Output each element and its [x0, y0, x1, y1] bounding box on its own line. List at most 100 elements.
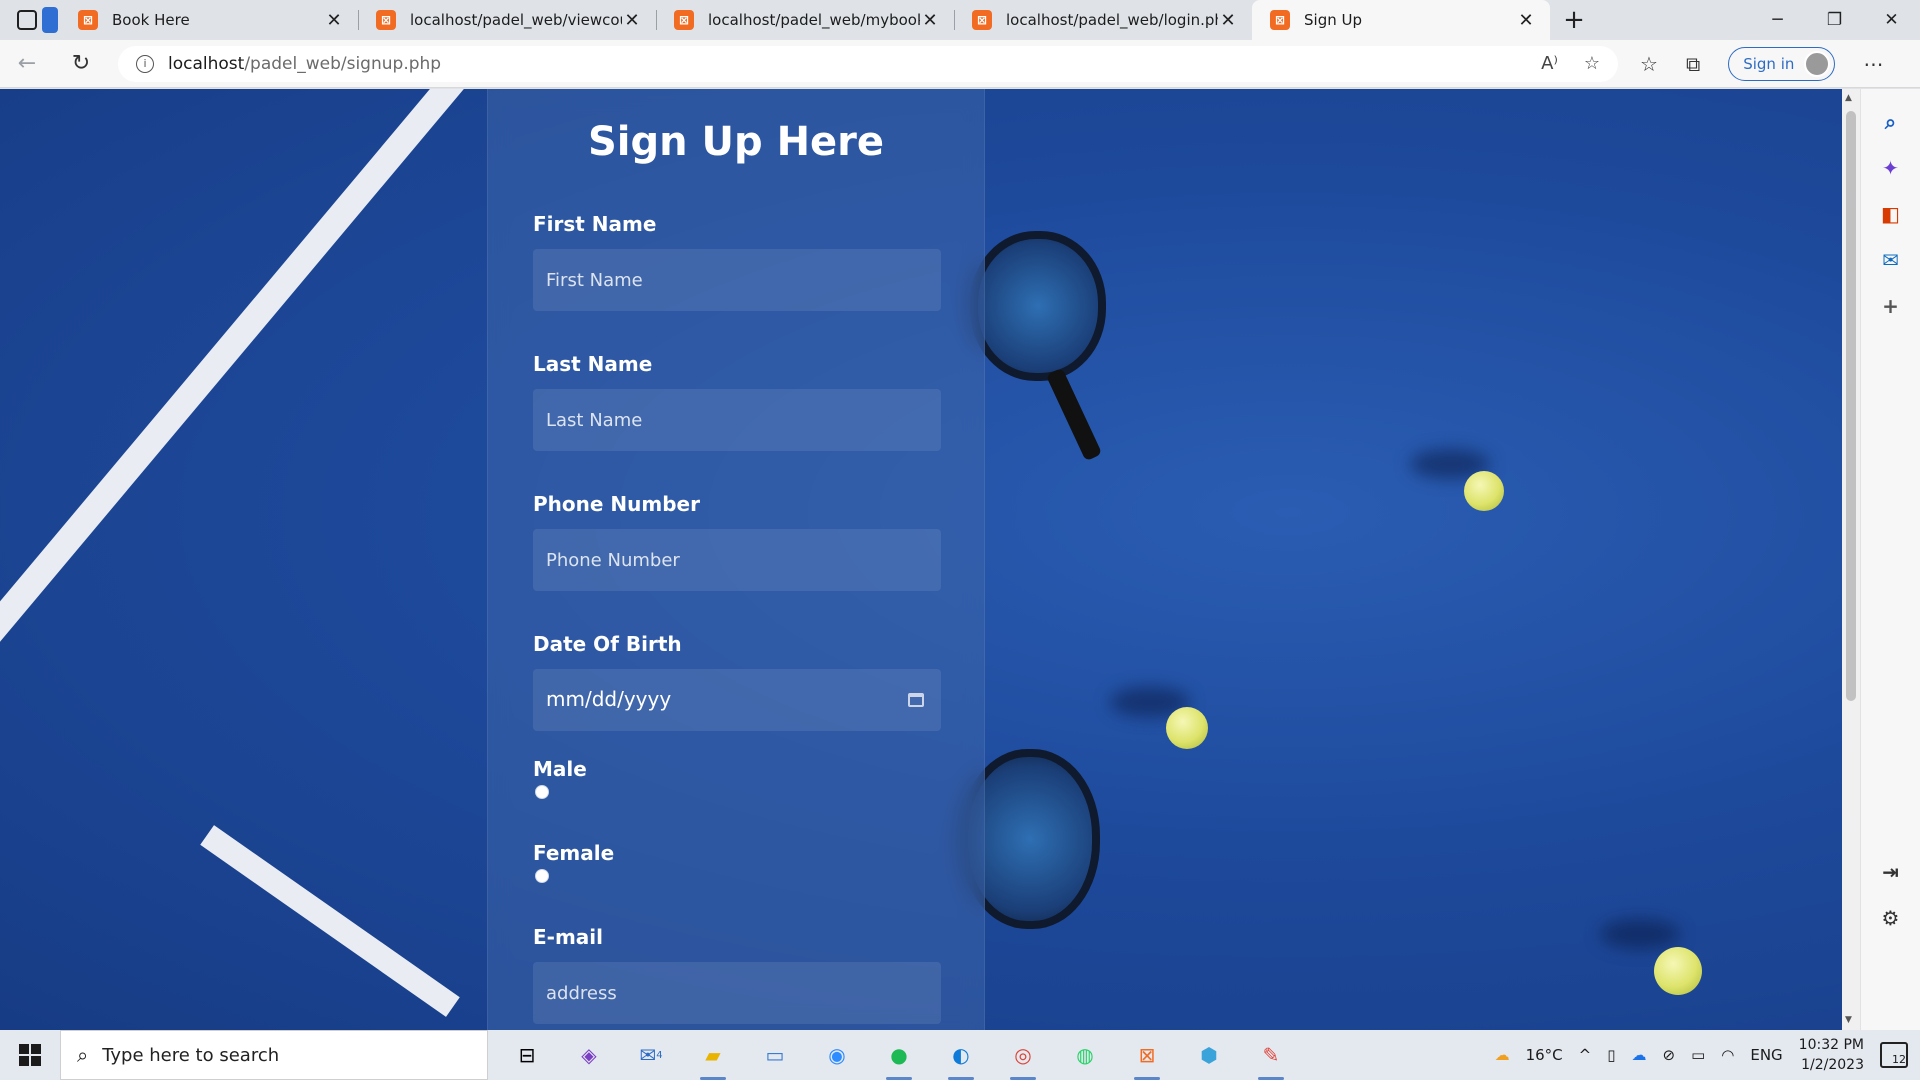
phone-number-label: Phone Number: [533, 492, 700, 516]
more-menu-icon[interactable]: ⋯: [1863, 52, 1883, 76]
close-icon[interactable]: ✕: [920, 10, 940, 31]
weather-temp[interactable]: 16°C: [1526, 1046, 1563, 1064]
calendar-icon[interactable]: [908, 693, 924, 707]
avatar: [1804, 50, 1831, 77]
add-icon[interactable]: +: [1878, 293, 1904, 319]
mail-badge: 4: [656, 1049, 663, 1061]
tab-title: Book Here: [112, 11, 190, 29]
xampp-favicon-icon: ⊠: [674, 10, 694, 30]
new-tab-button[interactable]: +: [1550, 0, 1598, 40]
collections-icon[interactable]: ⧉: [1686, 52, 1700, 76]
page-title: Sign Up Here: [587, 119, 885, 165]
xampp-favicon-icon: ⊠: [376, 10, 396, 30]
file-explorer-icon[interactable]: ▰: [694, 1036, 732, 1080]
tab-mybooking[interactable]: ⊠ localhost/padel_web/mybooking ✕: [656, 0, 954, 40]
close-icon[interactable]: ✕: [324, 10, 344, 31]
chrome-icon[interactable]: ◎: [1004, 1036, 1042, 1080]
add-favorite-icon[interactable]: ☆: [1584, 53, 1600, 74]
email-input[interactable]: [533, 962, 941, 1024]
ball-shadow: [1600, 919, 1680, 949]
female-radio[interactable]: [535, 869, 549, 883]
address-bar[interactable]: i localhost/padel_web/signup.php A⁾ ☆: [118, 45, 1618, 82]
female-label: Female: [533, 841, 615, 865]
sign-in-button[interactable]: Sign in: [1728, 46, 1836, 81]
device-icon[interactable]: ▯: [1607, 1046, 1615, 1064]
last-name-input[interactable]: [533, 389, 941, 451]
first-name-input[interactable]: [533, 249, 941, 311]
start-button[interactable]: [0, 1044, 60, 1066]
copilot-icon[interactable]: ✦: [1878, 155, 1904, 181]
clock-time: 10:32 PM: [1798, 1037, 1864, 1053]
restore-icon[interactable]: ❐: [1806, 0, 1863, 40]
tab-viewcourt[interactable]: ⊠ localhost/padel_web/viewcourt.p ✕: [358, 0, 656, 40]
paint-icon[interactable]: ✎: [1252, 1036, 1290, 1080]
close-icon[interactable]: ✕: [622, 10, 642, 31]
xampp-favicon-icon: ⊠: [972, 10, 992, 30]
reload-icon[interactable]: ↻: [54, 51, 108, 76]
url-host: localhost: [168, 53, 245, 74]
gear-icon[interactable]: ⚙: [1878, 905, 1904, 931]
date-placeholder: mm/dd/yyyy: [546, 687, 672, 711]
onedrive-icon[interactable]: ☁: [1631, 1046, 1646, 1064]
phone-number-input[interactable]: [533, 529, 941, 591]
whatsapp-icon[interactable]: ◍: [1066, 1036, 1104, 1074]
edge-icon[interactable]: ◐: [942, 1036, 980, 1080]
task-view-icon[interactable]: ⊟: [508, 1036, 546, 1074]
chevron-up-icon[interactable]: ^: [1579, 1046, 1592, 1064]
clock[interactable]: 10:32 PM 1/2/2023: [1799, 1035, 1864, 1075]
taskbar-apps: ⊟ ◈ ✉ 4 ▰ ▭ ◉ ● ◐ ◎ ◍ ⊠ ⬢ ✎: [508, 1036, 1290, 1080]
taskbar-search[interactable]: ⌕ Type here to search: [60, 1030, 488, 1080]
male-radio[interactable]: [535, 785, 549, 799]
tab-title: localhost/padel_web/viewcourt.p: [410, 11, 622, 29]
court-line: [200, 825, 460, 1017]
browser-toolbar: ← ↻ i localhost/padel_web/signup.php A⁾ …: [0, 40, 1920, 88]
spotify-icon[interactable]: ●: [880, 1036, 918, 1080]
info-icon[interactable]: i: [136, 54, 154, 73]
tab-actions-icon[interactable]: [16, 10, 37, 30]
address-bar-actions: A⁾ ☆: [1541, 53, 1600, 74]
padel-racket: [970, 231, 1106, 381]
edge-sidebar: ⌕ ✦ ◧ ✉ + ⇥ ⚙: [1860, 89, 1920, 1030]
back-arrow-icon[interactable]: ←: [0, 51, 54, 76]
tab-login[interactable]: ⊠ localhost/padel_web/login.php ✕: [954, 0, 1252, 40]
last-name-label: Last Name: [533, 352, 653, 376]
vertical-tabs-icon[interactable]: [41, 7, 58, 33]
signup-panel: Sign Up Here First Name Last Name Phone …: [487, 89, 985, 1030]
sidebar-collapse-icon[interactable]: ⇥: [1878, 859, 1904, 885]
close-window-icon[interactable]: ✕: [1863, 0, 1920, 40]
weather-icon[interactable]: ☁: [1495, 1046, 1510, 1064]
system-tray: ☁ 16°C ^ ▯ ☁ ⊘ ▭ ◠ ENG 10:32 PM 1/2/2023…: [1495, 1035, 1920, 1075]
sign-in-label: Sign in: [1743, 54, 1795, 73]
mail-icon[interactable]: ✉ 4: [632, 1036, 670, 1074]
page-scrollbar[interactable]: ▲ ▼: [1842, 89, 1860, 1030]
page-viewport: Sign Up Here First Name Last Name Phone …: [0, 89, 1842, 1030]
tab-sign-up[interactable]: ⊠ Sign Up ✕: [1252, 0, 1550, 40]
scrollbar-thumb[interactable]: [1846, 111, 1856, 701]
wifi-icon[interactable]: ◠: [1721, 1046, 1734, 1064]
search-icon: ⌕: [77, 1043, 89, 1067]
outlook-icon[interactable]: ✉: [1878, 247, 1904, 273]
scroll-down-icon[interactable]: ▼: [1845, 1015, 1852, 1025]
office-icon[interactable]: ◧: [1878, 201, 1904, 227]
virtualbox-icon[interactable]: ⬢: [1190, 1036, 1228, 1074]
network-error-icon[interactable]: ⊘: [1662, 1046, 1675, 1064]
read-aloud-icon[interactable]: A⁾: [1541, 53, 1558, 74]
window-controls: ─ ❐ ✕: [1749, 0, 1920, 40]
visual-studio-icon[interactable]: ◈: [570, 1036, 608, 1074]
zoom-icon[interactable]: ◉: [818, 1036, 856, 1074]
tennis-ball: [1166, 707, 1208, 749]
close-icon[interactable]: ✕: [1218, 10, 1238, 31]
language-indicator[interactable]: ENG: [1750, 1046, 1782, 1064]
notification-icon[interactable]: 12: [1880, 1042, 1908, 1068]
scroll-up-icon[interactable]: ▲: [1845, 93, 1852, 103]
taskbar: ⌕ Type here to search ⊟ ◈ ✉ 4 ▰ ▭ ◉ ● ◐ ◎…: [0, 1030, 1920, 1080]
xampp-icon[interactable]: ⊠: [1128, 1036, 1166, 1080]
desktop-icon[interactable]: ▭: [756, 1036, 794, 1074]
close-icon[interactable]: ✕: [1516, 10, 1536, 31]
tab-book-here[interactable]: ⊠ Book Here ✕: [60, 0, 358, 40]
search-icon[interactable]: ⌕: [1878, 109, 1904, 135]
battery-icon[interactable]: ▭: [1691, 1046, 1705, 1064]
minimize-icon[interactable]: ─: [1749, 0, 1806, 40]
tab-title: localhost/padel_web/login.php: [1006, 11, 1218, 29]
favorites-icon[interactable]: ☆: [1640, 52, 1658, 76]
